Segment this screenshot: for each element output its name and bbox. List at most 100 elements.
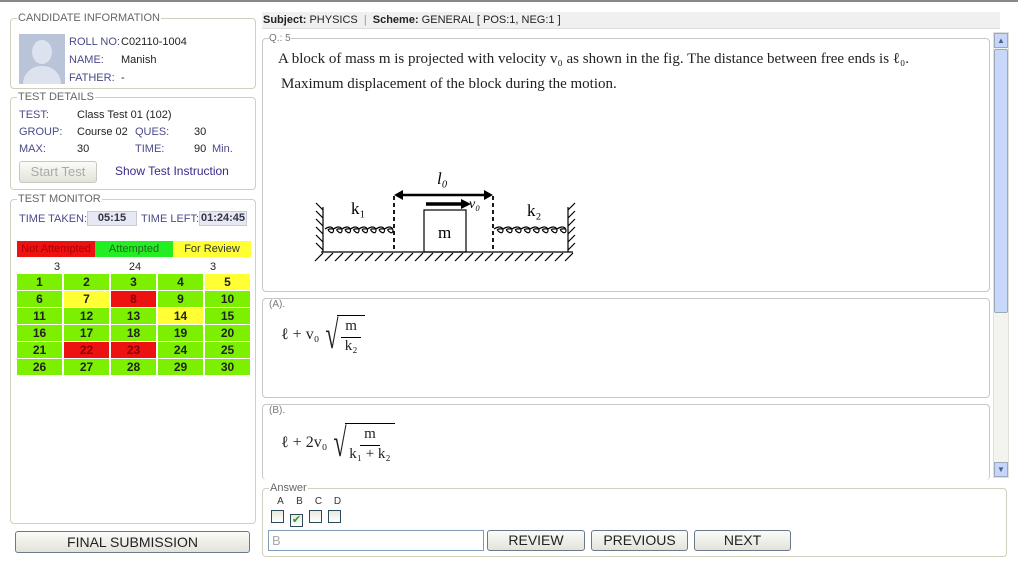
option-a-label: (A). [269, 299, 286, 310]
scroll-thumb[interactable] [994, 49, 1008, 313]
scheme-value: GENERAL [ POS:1, NEG:1 ] [421, 14, 561, 26]
scrollbar[interactable]: ▲ ▼ [993, 32, 1009, 478]
test-label: TEST: [19, 109, 49, 121]
question-cell[interactable]: 18 [111, 325, 156, 341]
question-cell[interactable]: 13 [111, 308, 156, 324]
max-label: MAX: [19, 143, 46, 155]
checkbox-d[interactable] [328, 510, 341, 523]
hatch-line [504, 252, 514, 262]
start-test-button[interactable]: Start Test [19, 161, 97, 183]
sqrt-icon: √ [333, 420, 347, 465]
hatch-line [434, 252, 444, 262]
question-cell[interactable]: 15 [205, 308, 250, 324]
option-a-lead: ℓ + v₀ [281, 325, 320, 343]
question-cell[interactable]: 10 [205, 291, 250, 307]
exam-window: CANDIDATE INFORMATION ROLL NO: C02110-10… [0, 0, 1018, 563]
question-cell[interactable]: 20 [205, 325, 250, 341]
hatch-line [374, 252, 384, 262]
hatch-line [444, 252, 454, 262]
question-cell[interactable]: 27 [64, 359, 109, 375]
k2-label: k₂ [527, 201, 541, 220]
question-cell[interactable]: 29 [158, 359, 203, 375]
question-cell[interactable]: 8 [111, 291, 156, 307]
answer-legend: Answer [270, 482, 307, 494]
name-value: Manish [121, 54, 157, 66]
question-cell[interactable]: 4 [158, 274, 203, 290]
option-b-label: (B). [269, 405, 286, 416]
question-cell[interactable]: 7 [64, 291, 109, 307]
question-cell[interactable]: 9 [158, 291, 203, 307]
question-line-1: A block of mass m is projected with velo… [278, 51, 909, 67]
hatch-line [344, 252, 354, 262]
time-left-value: 01:24:45 [199, 211, 247, 226]
question-cell[interactable]: 24 [158, 342, 203, 358]
option-b-box[interactable]: (B). ℓ + 2v₀ √ m k₁ + k₂ [262, 404, 990, 480]
hatch-line [567, 202, 576, 211]
checkbox-a[interactable] [271, 510, 284, 523]
question-cell[interactable]: 30 [205, 359, 250, 375]
option-a-box[interactable]: (A). ℓ + v₀ √ m k₂ [262, 298, 990, 398]
question-cell[interactable]: 26 [17, 359, 62, 375]
question-cell[interactable]: 19 [158, 325, 203, 341]
question-cell[interactable]: 12 [64, 308, 109, 324]
hatch-line [394, 252, 404, 262]
roll-value: C02110-1004 [121, 36, 187, 48]
question-cell[interactable]: 14 [158, 308, 203, 324]
hatch-line [404, 252, 414, 262]
question-cell[interactable]: 22 [64, 342, 109, 358]
next-button[interactable]: NEXT [694, 530, 791, 551]
choice-label-a: A [277, 496, 284, 507]
hatch-line [524, 252, 534, 262]
question-cell[interactable]: 3 [111, 274, 156, 290]
choice-label-c: C [314, 496, 323, 507]
choice-label-d: D [333, 496, 342, 507]
show-instruction-link[interactable]: Show Test Instruction [115, 164, 229, 178]
roll-label: ROLL NO: [69, 36, 120, 48]
v0-label: v₀ [469, 197, 480, 212]
question-cell[interactable]: 16 [17, 325, 62, 341]
hatch-line [334, 252, 344, 262]
candidate-info-panel: CANDIDATE INFORMATION ROLL NO: C02110-10… [10, 12, 256, 89]
legend-for-review: For Review [173, 241, 251, 257]
avatar [19, 34, 65, 84]
previous-button[interactable]: PREVIOUS [591, 530, 688, 551]
hatch-line [494, 252, 504, 262]
option-b-numerator: m [360, 424, 380, 446]
mass-label: m [438, 223, 451, 242]
scroll-down-icon[interactable]: ▼ [994, 462, 1008, 477]
answer-choices: A B C D ✔ [271, 496, 347, 527]
final-submission-button[interactable]: FINAL SUBMISSION [15, 531, 250, 553]
time-taken-label: TIME TAKEN: [19, 213, 88, 225]
question-cell[interactable]: 21 [17, 342, 62, 358]
legend-attempted: Attempted [95, 241, 173, 257]
question-cell[interactable]: 5 [205, 274, 250, 290]
time-taken-value: 05:15 [87, 211, 137, 226]
option-a-fraction: m k₂ [337, 314, 365, 355]
question-cell[interactable]: 17 [64, 325, 109, 341]
max-value: 30 [77, 143, 90, 155]
question-cell[interactable]: 11 [17, 308, 62, 324]
hatch-line [315, 210, 324, 219]
hatch-line [464, 252, 474, 262]
question-cell[interactable]: 6 [17, 291, 62, 307]
hatch-line [364, 252, 374, 262]
scroll-up-icon[interactable]: ▲ [994, 33, 1008, 48]
hatch-line [554, 252, 564, 262]
checkbox-b[interactable]: ✔ [290, 514, 303, 527]
checkbox-c[interactable] [309, 510, 322, 523]
answer-input[interactable]: B [268, 530, 484, 551]
review-button[interactable]: REVIEW [487, 530, 585, 551]
question-cell[interactable]: 28 [111, 359, 156, 375]
hatch-line [315, 242, 324, 251]
question-cell[interactable]: 23 [111, 342, 156, 358]
hatch-line [315, 226, 324, 235]
l0-label: l₀ [437, 169, 448, 188]
sqrt-icon: √ [325, 312, 339, 357]
question-cell[interactable]: 2 [64, 274, 109, 290]
test-details-legend: TEST DETAILS [18, 91, 95, 103]
option-b-formula: ℓ + 2v₀ √ m k₁ + k₂ [281, 419, 395, 466]
question-cell[interactable]: 1 [17, 274, 62, 290]
hatch-line [315, 234, 324, 243]
spring-k1 [324, 226, 394, 234]
question-cell[interactable]: 25 [205, 342, 250, 358]
